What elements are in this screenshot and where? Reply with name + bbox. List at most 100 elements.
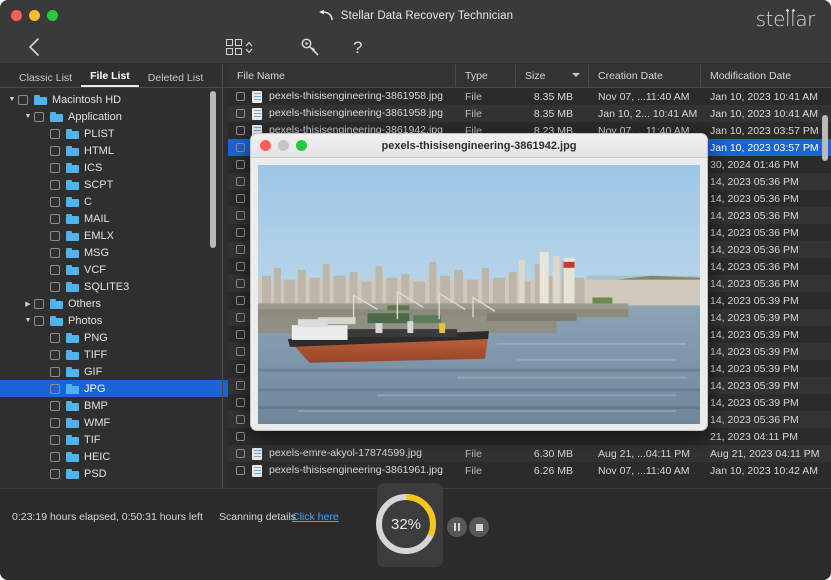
- tree-item-checkbox[interactable]: [50, 451, 60, 462]
- column-header-type[interactable]: Type: [456, 64, 516, 87]
- tree-item-tiff[interactable]: TIFF: [0, 346, 228, 363]
- row-checkbox[interactable]: [228, 415, 252, 424]
- row-checkbox[interactable]: [228, 347, 252, 356]
- table-row[interactable]: pexels-thisisengineering-3861958.jpg File…: [228, 88, 831, 105]
- tree-item-checkbox[interactable]: [50, 383, 60, 394]
- tree-item-checkbox[interactable]: [34, 315, 44, 326]
- tree-item-png[interactable]: PNG: [0, 329, 228, 346]
- row-checkbox[interactable]: [228, 194, 252, 203]
- settings-button[interactable]: [300, 37, 322, 57]
- tree-item-checkbox[interactable]: [50, 213, 60, 224]
- image-preview-window[interactable]: pexels-thisisengineering-3861942.jpg: [250, 133, 708, 431]
- tree-item-checkbox[interactable]: [50, 179, 60, 190]
- tree-item-jpg[interactable]: JPG: [0, 380, 228, 397]
- column-header-size[interactable]: Size: [516, 64, 589, 87]
- tree-item-psd[interactable]: PSD: [0, 465, 228, 482]
- row-checkbox[interactable]: [228, 228, 252, 237]
- row-checkbox[interactable]: [228, 449, 252, 458]
- row-checkbox[interactable]: [228, 245, 252, 254]
- tree-item-emlx[interactable]: EMLX: [0, 227, 228, 244]
- tab-file-list[interactable]: File List: [81, 68, 139, 87]
- tree-item-sqlite3[interactable]: SQLITE3: [0, 278, 228, 295]
- tree-item-checkbox[interactable]: [50, 349, 60, 360]
- row-checkbox[interactable]: [228, 313, 252, 322]
- help-button[interactable]: ?: [351, 37, 365, 57]
- tree-item-heic[interactable]: HEIC: [0, 448, 228, 465]
- row-checkbox[interactable]: [228, 262, 252, 271]
- tab-classic-list[interactable]: Classic List: [10, 70, 81, 87]
- disclosure-down-icon[interactable]: ▼: [22, 113, 34, 120]
- tree-item-photos[interactable]: ▼ Photos: [0, 312, 228, 329]
- tree-item-bmp[interactable]: BMP: [0, 397, 228, 414]
- row-checkbox[interactable]: [228, 279, 252, 288]
- back-button[interactable]: [22, 35, 46, 59]
- row-checkbox[interactable]: [228, 92, 252, 101]
- row-checkbox[interactable]: [228, 432, 252, 441]
- row-checkbox[interactable]: [228, 143, 252, 152]
- row-checkbox[interactable]: [228, 466, 252, 475]
- click-here-link[interactable]: Click here: [292, 511, 339, 523]
- tree-item-msg[interactable]: MSG: [0, 244, 228, 261]
- tree-item-tif[interactable]: TIF: [0, 431, 228, 448]
- tree-item-macintosh-hd[interactable]: ▼ Macintosh HD: [0, 91, 228, 108]
- table-row[interactable]: pexels-thisisengineering-3861958.jpg File…: [228, 105, 831, 122]
- row-checkbox[interactable]: [228, 177, 252, 186]
- tree-item-checkbox[interactable]: [50, 434, 60, 445]
- row-checkbox[interactable]: [228, 109, 252, 118]
- disclosure-down-icon[interactable]: ▼: [22, 317, 34, 324]
- view-mode-button[interactable]: [226, 39, 253, 55]
- tree-item-checkbox[interactable]: [50, 281, 60, 292]
- row-checkbox[interactable]: [228, 126, 252, 135]
- tab-deleted-list[interactable]: Deleted List: [139, 70, 212, 87]
- tree-item-gif[interactable]: GIF: [0, 363, 228, 380]
- tree-item-vcf[interactable]: VCF: [0, 261, 228, 278]
- preview-zoom-button[interactable]: [296, 140, 307, 151]
- tree-item-checkbox[interactable]: [50, 468, 60, 479]
- row-checkbox[interactable]: [228, 364, 252, 373]
- close-button[interactable]: [11, 10, 22, 21]
- tree-item-checkbox[interactable]: [50, 400, 60, 411]
- preview-close-button[interactable]: [260, 140, 271, 151]
- tree-item-scpt[interactable]: SCPT: [0, 176, 228, 193]
- tree-item-checkbox[interactable]: [34, 298, 44, 309]
- row-checkbox[interactable]: [228, 160, 252, 169]
- tree-item-checkbox[interactable]: [50, 247, 60, 258]
- disclosure-down-icon[interactable]: ▼: [6, 96, 18, 103]
- tree-item-checkbox[interactable]: [50, 145, 60, 156]
- tree-item-others[interactable]: ▶ Others: [0, 295, 228, 312]
- table-row[interactable]: pexels-emre-akyol-17874599.jpg File 6.30 M…: [228, 445, 831, 462]
- tree-item-checkbox[interactable]: [50, 417, 60, 428]
- row-checkbox[interactable]: [228, 330, 252, 339]
- stop-scan-button[interactable]: [469, 517, 489, 537]
- tree-item-ics[interactable]: ICS: [0, 159, 228, 176]
- tree-item-checkbox[interactable]: [50, 230, 60, 241]
- file-list-scrollbar[interactable]: [822, 115, 828, 161]
- preview-minimize-button[interactable]: [278, 140, 289, 151]
- tree-item-plist[interactable]: PLIST: [0, 125, 228, 142]
- tree-item-checkbox[interactable]: [50, 162, 60, 173]
- column-header-modified[interactable]: Modification Date: [701, 64, 831, 87]
- tree-item-application[interactable]: ▼ Application: [0, 108, 228, 125]
- minimize-button[interactable]: [29, 10, 40, 21]
- row-checkbox[interactable]: [228, 296, 252, 305]
- row-checkbox[interactable]: [228, 211, 252, 220]
- tree-item-checkbox[interactable]: [18, 94, 28, 105]
- tree-item-mail[interactable]: MAIL: [0, 210, 228, 227]
- tree-item-checkbox[interactable]: [50, 196, 60, 207]
- sidebar-scrollbar[interactable]: [210, 91, 216, 248]
- disclosure-right-icon[interactable]: ▶: [22, 300, 34, 308]
- tree-item-html[interactable]: HTML: [0, 142, 228, 159]
- column-header-name[interactable]: File Name: [228, 64, 456, 87]
- zoom-button[interactable]: [47, 10, 58, 21]
- tree-item-checkbox[interactable]: [50, 128, 60, 139]
- tree-item-checkbox[interactable]: [50, 366, 60, 377]
- row-checkbox[interactable]: [228, 381, 252, 390]
- pause-scan-button[interactable]: [447, 517, 467, 537]
- tree-item-checkbox[interactable]: [50, 264, 60, 275]
- tree-item-c[interactable]: C: [0, 193, 228, 210]
- tree-item-checkbox[interactable]: [34, 111, 44, 122]
- column-header-created[interactable]: Creation Date: [589, 64, 701, 87]
- tree-item-checkbox[interactable]: [50, 332, 60, 343]
- table-row[interactable]: pexels-thisisengineering-3861961.jpg File…: [228, 462, 831, 479]
- row-checkbox[interactable]: [228, 398, 252, 407]
